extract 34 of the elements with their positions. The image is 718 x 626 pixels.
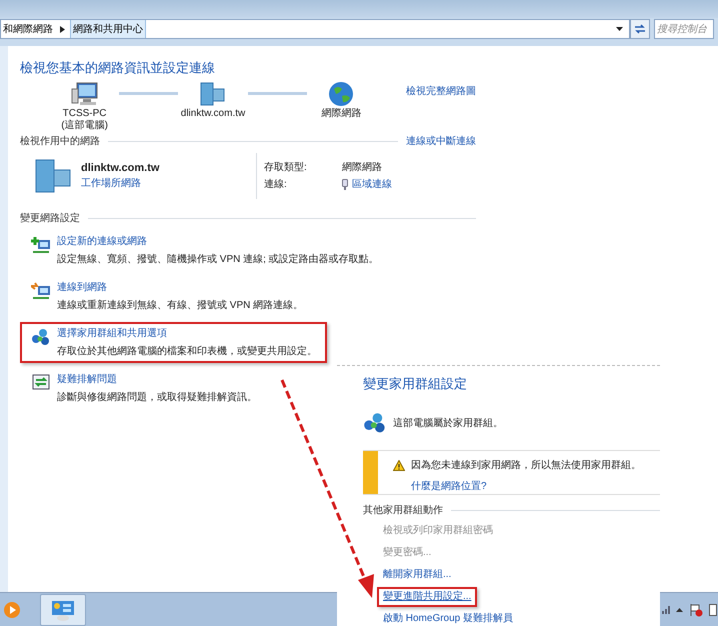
connection-label: 連線: bbox=[264, 178, 288, 192]
task-description: 設定無線、寬頻、撥號、隨機操作或 VPN 連線; 或設定路由器或存取點。 bbox=[57, 252, 379, 266]
page-title: 檢視您基本的網路資訊並設定連線 bbox=[20, 59, 216, 77]
task-link[interactable]: 選擇家用群組和共用選項 bbox=[57, 326, 317, 340]
homegroup-status: 這部電腦屬於家用群組。 bbox=[393, 416, 503, 431]
network-location-link[interactable]: 什麼是網路位置? bbox=[411, 478, 641, 494]
homegroup-action-link[interactable]: 變更進階共用設定... bbox=[377, 586, 478, 606]
map-node-label: dlinktw.com.tw bbox=[180, 108, 246, 120]
task-link[interactable]: 連線到網路 bbox=[57, 280, 304, 294]
access-type-value: 網際網路 bbox=[342, 160, 383, 174]
map-node-label: 網際網路 bbox=[321, 108, 362, 120]
full-map-link[interactable]: 檢視完整網路圖 bbox=[406, 84, 476, 98]
section-heading: 變更網路設定 bbox=[20, 212, 80, 226]
breadcrumb-item[interactable]: 和網際網路 bbox=[1, 20, 55, 38]
task-link[interactable]: 設定新的連線或網路 bbox=[57, 234, 379, 248]
section-heading: 檢視作用中的網路 bbox=[20, 134, 100, 148]
access-type-label: 存取類型: bbox=[264, 160, 308, 174]
homegroup-action-link[interactable]: 離開家用群組... bbox=[377, 564, 458, 584]
section-heading: 其他家用群組動作 bbox=[363, 504, 443, 518]
map-node-label: TCSS-PC bbox=[62, 108, 107, 120]
connection-link[interactable]: 區域連線 bbox=[352, 176, 392, 192]
task-description: 診斷與修復網路問題，或取得疑難排解資訊。 bbox=[57, 390, 257, 404]
search-field[interactable]: 搜尋控制台 bbox=[654, 19, 714, 39]
map-node-sublabel: (這部電腦) bbox=[61, 120, 108, 132]
warning-text: 因為您未連線到家用網路，所以無法使用家用群組。 bbox=[411, 458, 641, 472]
breadcrumb-item[interactable]: 網路和共用中心 bbox=[70, 20, 146, 38]
network-name: dlinktw.com.tw bbox=[81, 160, 160, 176]
panel-title: 變更家用群組設定 bbox=[363, 375, 468, 393]
section-link[interactable]: 連線或中斷連線 bbox=[406, 134, 476, 148]
homegroup-action-link[interactable]: 啟動 HomeGroup 疑難排解員 bbox=[377, 608, 520, 626]
task-description: 存取位於其他網路電腦的檔案和印表機，或變更共用設定。 bbox=[57, 344, 317, 358]
network-type-link[interactable]: 工作場所網路 bbox=[81, 176, 256, 192]
task-link[interactable]: 疑難排解問題 bbox=[57, 372, 257, 386]
task-description: 連線或重新連線到無線、有線、撥號或 VPN 網路連線。 bbox=[57, 298, 304, 312]
